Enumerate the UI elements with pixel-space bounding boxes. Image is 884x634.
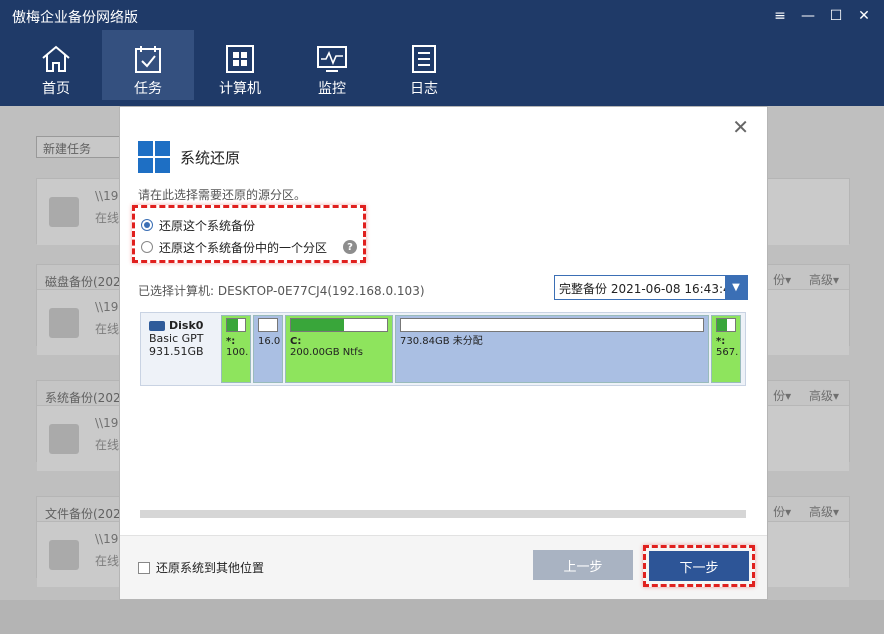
backup-version-select[interactable]: 完整备份 2021-06-08 16:43:43 ▼ [554,275,748,300]
radio-unchecked[interactable] [141,241,153,253]
system-restore-dialog: ✕ 系统还原 请在此选择需要还原的源分区。 还原这个系统备份 还原这个系统备份中… [119,106,768,600]
nav-home[interactable]: 首页 [10,30,102,100]
partition-usage-bar [258,318,278,332]
minimize-icon[interactable]: — [794,4,822,28]
partition-label: *: [716,336,726,347]
restore-other-location-checkbox[interactable]: 还原系统到其他位置 [138,559,264,576]
close-icon[interactable]: ✕ [850,4,878,28]
help-icon[interactable]: ? [343,240,357,254]
maximize-icon[interactable]: ☐ [822,4,850,28]
option-restore-system-backup[interactable]: 还原这个系统备份 [141,214,357,236]
task-icon [135,46,161,73]
partition[interactable]: C: 200.00GB Ntfs [285,315,393,383]
backup-version-value: 完整备份 2021-06-08 16:43:43 [559,282,725,296]
nav-log[interactable]: 日志 [378,30,470,100]
partition-usage-bar [716,318,736,332]
option-restore-partition[interactable]: 还原这个系统备份中的一个分区 ? [141,236,357,258]
partition-size: 567. [716,347,739,358]
top-bar: 傲梅企业备份网络版 ≡ — ☐ ✕ 首页 任务 计算机 监控 日志 [0,0,884,106]
computer-icon [226,45,254,73]
dialog-footer: 还原系统到其他位置 上一步 下一步 [120,536,767,599]
disk-type: Basic GPT [149,332,204,345]
main-nav: 首页 任务 计算机 监控 日志 [10,30,470,100]
chevron-down-icon[interactable]: ▼ [725,276,747,299]
partition[interactable]: *: 100. [221,315,251,383]
monitor-icon [317,46,347,72]
next-button-highlight: 下一步 [643,545,755,587]
partition-label: *: [226,336,236,347]
partition-size: 730.84GB 未分配 [400,336,483,347]
partition[interactable]: *: 567. [711,315,741,383]
dialog-close-icon[interactable]: ✕ [732,117,749,137]
partition[interactable]: 730.84GB 未分配 [395,315,709,383]
nav-home-label: 首页 [42,81,70,97]
option-label: 还原这个系统备份中的一个分区 [159,240,328,255]
menu-icon[interactable]: ≡ [766,4,794,28]
nav-log-label: 日志 [410,81,438,97]
nav-task-label: 任务 [134,81,162,97]
home-icon [42,45,70,72]
nav-computer[interactable]: 计算机 [194,30,286,100]
partition-size: 16.0 [258,336,281,347]
partition-usage-bar [290,318,388,332]
partition-usage-fill [717,319,727,331]
dialog-header: 系统还原 [138,141,240,173]
partition-usage-bar [226,318,246,332]
disk-icon [149,320,165,331]
windows-logo-icon [138,141,170,173]
checkbox-label: 还原系统到其他位置 [156,561,265,575]
nav-computer-label: 计算机 [219,81,261,97]
radio-checked[interactable] [141,219,153,231]
window-controls: ≡ — ☐ ✕ [766,4,878,28]
disk-size: 931.51GB [149,345,204,358]
nav-task[interactable]: 任务 [102,30,194,100]
checkbox[interactable] [138,561,150,574]
restore-mode-options: 还原这个系统备份 还原这个系统备份中的一个分区 ? [132,205,366,263]
disk-map: Disk0 Basic GPT 931.51GB *: 100. 16.0 C:… [140,312,746,386]
partition-size: 100. [226,347,249,358]
log-icon [412,45,436,73]
disk-info: Disk0 Basic GPT 931.51GB [141,313,221,385]
dialog-title: 系统还原 [180,148,241,167]
partition-usage-bar [400,318,704,332]
app-title: 傲梅企业备份网络版 [12,10,138,26]
disk-name: Disk0 [169,319,204,332]
horizontal-scrollbar[interactable] [140,510,746,518]
nav-monitor[interactable]: 监控 [286,30,378,100]
next-button[interactable]: 下一步 [649,551,749,581]
partition-usage-fill [291,319,344,331]
previous-button[interactable]: 上一步 [533,550,633,580]
partition[interactable]: 16.0 [253,315,283,383]
selected-computer-text: 已选择计算机: DESKTOP-0E77CJ4(192.168.0.103) [138,284,425,298]
partition-size: 200.00GB Ntfs [290,347,363,358]
partition-label: C: [290,336,302,347]
nav-monitor-label: 监控 [318,81,346,97]
instruction-text: 请在此选择需要还原的源分区。 [138,188,307,202]
partition-usage-fill [227,319,238,331]
option-label: 还原这个系统备份 [159,218,256,233]
